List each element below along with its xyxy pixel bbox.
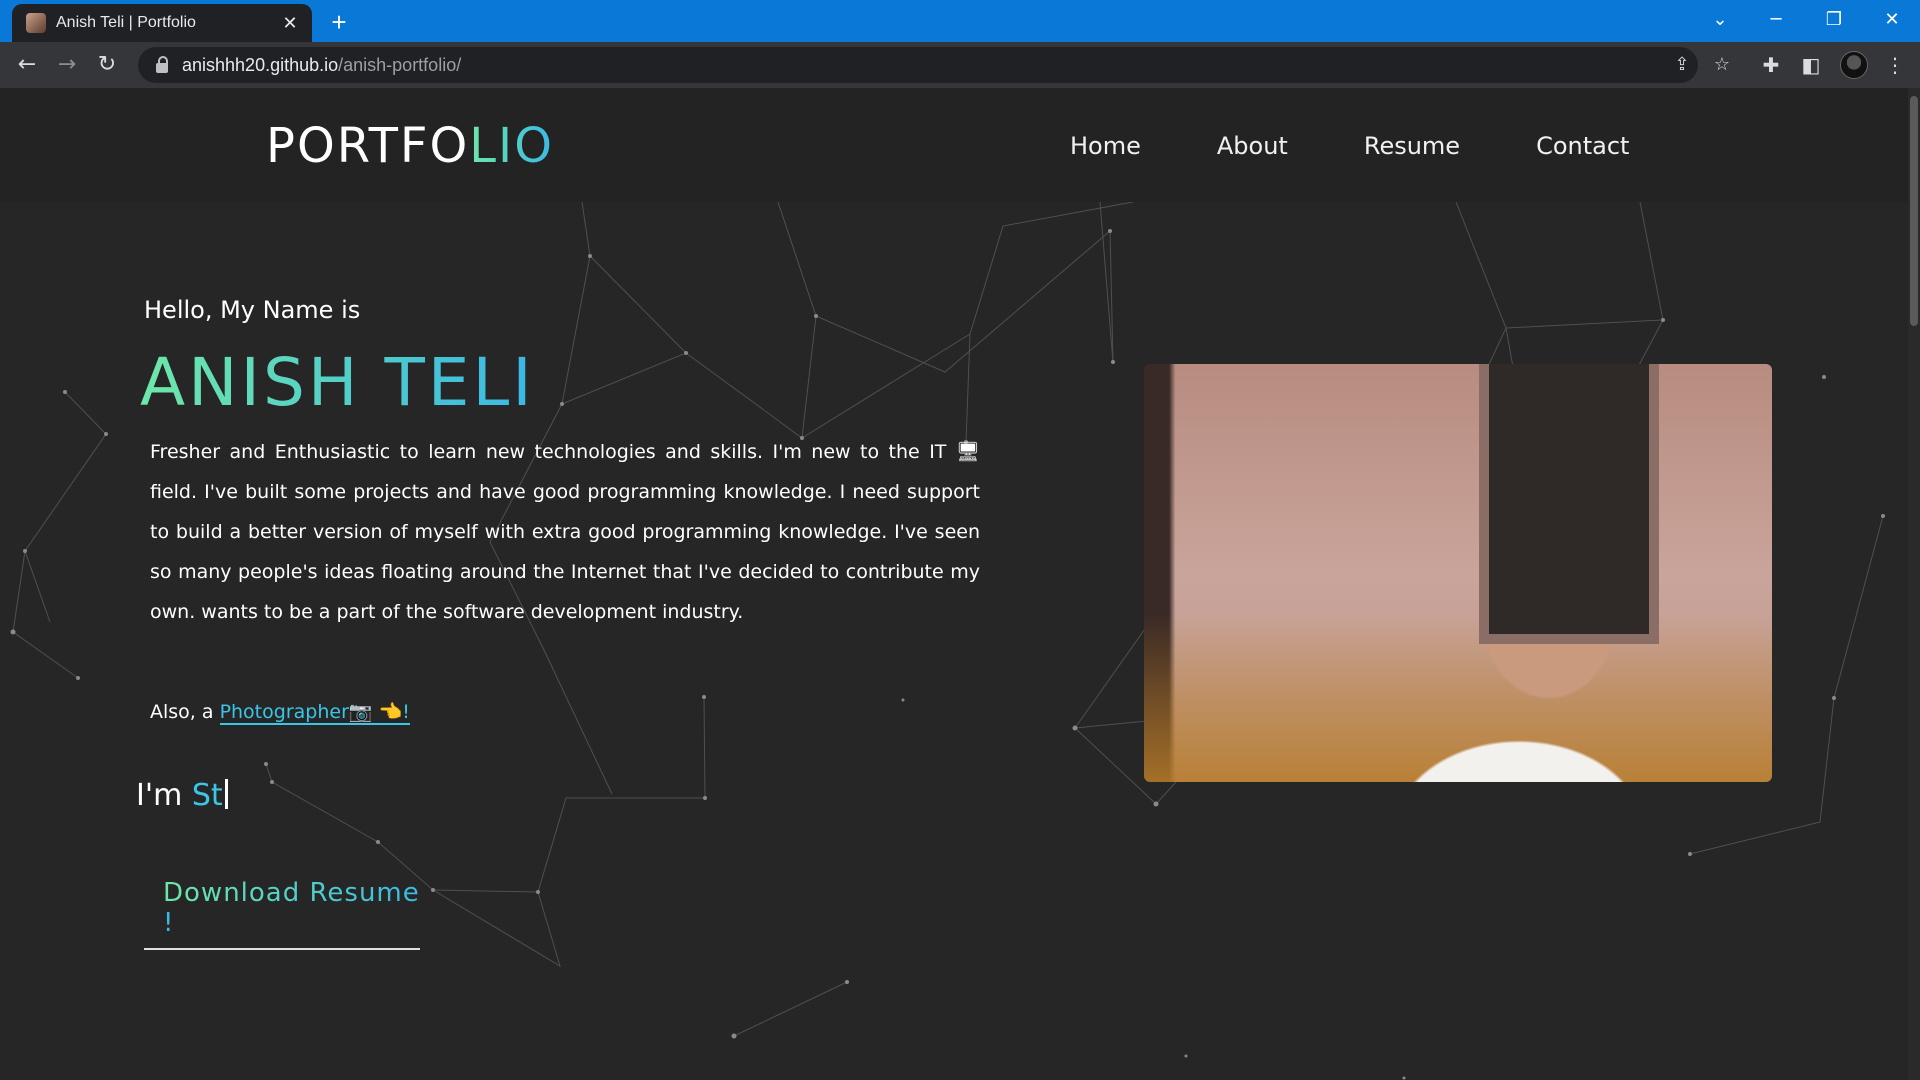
lock-icon[interactable] — [156, 56, 168, 73]
portfolio-page: PORTFOLIO Home About Resume Contact Hell… — [0, 88, 1920, 1080]
back-icon[interactable]: ← — [10, 48, 44, 82]
tab-search-icon[interactable]: ⌄ — [1692, 0, 1748, 40]
logo-accent: LIO — [469, 118, 554, 174]
typing-cursor — [224, 779, 228, 809]
restore-icon[interactable]: ❐ — [1806, 0, 1862, 40]
typed-prefix: I'm — [136, 778, 192, 813]
profile-photo — [1144, 364, 1772, 782]
bio-paragraph: Fresher and Enthusiastic to learn new te… — [150, 441, 980, 623]
active-tab[interactable]: Anish Teli | Portfolio ✕ — [12, 4, 312, 42]
reload-icon[interactable]: ↻ — [90, 48, 124, 82]
also-line: Also, a Photographer📷 👈! — [150, 700, 410, 725]
tab-close-icon[interactable]: ✕ — [276, 13, 304, 34]
close-icon[interactable]: ✕ — [1864, 0, 1920, 40]
nav-home[interactable]: Home — [1070, 132, 1141, 160]
new-tab-button[interactable]: + — [324, 7, 354, 37]
profile-avatar[interactable] — [1840, 51, 1868, 79]
address-bar[interactable]: anishhh20.github.io/anish-portfolio/ ⇪ ☆ — [138, 47, 1730, 83]
nav-contact[interactable]: Contact — [1536, 132, 1629, 160]
tab-strip: Anish Teli | Portfolio ✕ + ⌄ ─ ❐ ✕ — [0, 0, 1920, 42]
menu-icon[interactable]: ⋮ — [1880, 50, 1910, 80]
greeting-text: Hello, My Name is — [144, 296, 361, 324]
typed-role: I'm St — [136, 778, 228, 813]
browser-chrome: Anish Teli | Portfolio ✕ + ⌄ ─ ❐ ✕ ← → ↻… — [0, 0, 1920, 88]
typed-text: St — [191, 778, 223, 813]
star-icon[interactable]: ☆ — [1708, 51, 1736, 79]
minimize-icon[interactable]: ─ — [1748, 0, 1804, 40]
browser-toolbar: ← → ↻ anishhh20.github.io/anish-portfoli… — [0, 42, 1920, 88]
url-path: /anish-portfolio/ — [338, 54, 462, 75]
forward-icon[interactable]: → — [50, 48, 84, 82]
scrollbar-thumb[interactable] — [1910, 96, 1918, 326]
nav-resume[interactable]: Resume — [1364, 132, 1460, 160]
also-prefix: Also, a — [150, 701, 220, 723]
hero-name: ANISH TELI — [140, 344, 535, 421]
sidepanel-icon[interactable]: ◧ — [1796, 50, 1826, 80]
nav-about[interactable]: About — [1217, 132, 1288, 160]
site-logo[interactable]: PORTFOLIO — [266, 118, 554, 174]
extensions-icon[interactable]: ✚ — [1756, 50, 1786, 80]
favicon-icon — [26, 13, 46, 33]
download-resume-label: Download Resume ! — [163, 878, 420, 938]
photo-window-detail — [1479, 364, 1659, 644]
logo-main: PORTFO — [266, 118, 470, 174]
photographer-link[interactable]: Photographer📷 👈! — [219, 701, 410, 725]
tab-title: Anish Teli | Portfolio — [56, 14, 196, 31]
site-navbar: PORTFOLIO Home About Resume Contact — [0, 88, 1920, 202]
url-host: anishhh20.github.io — [182, 54, 339, 75]
download-resume-button[interactable]: Download Resume ! — [144, 878, 420, 950]
share-icon[interactable]: ⇪ — [1668, 51, 1696, 79]
nav-links: Home About Resume Contact — [1070, 132, 1705, 160]
